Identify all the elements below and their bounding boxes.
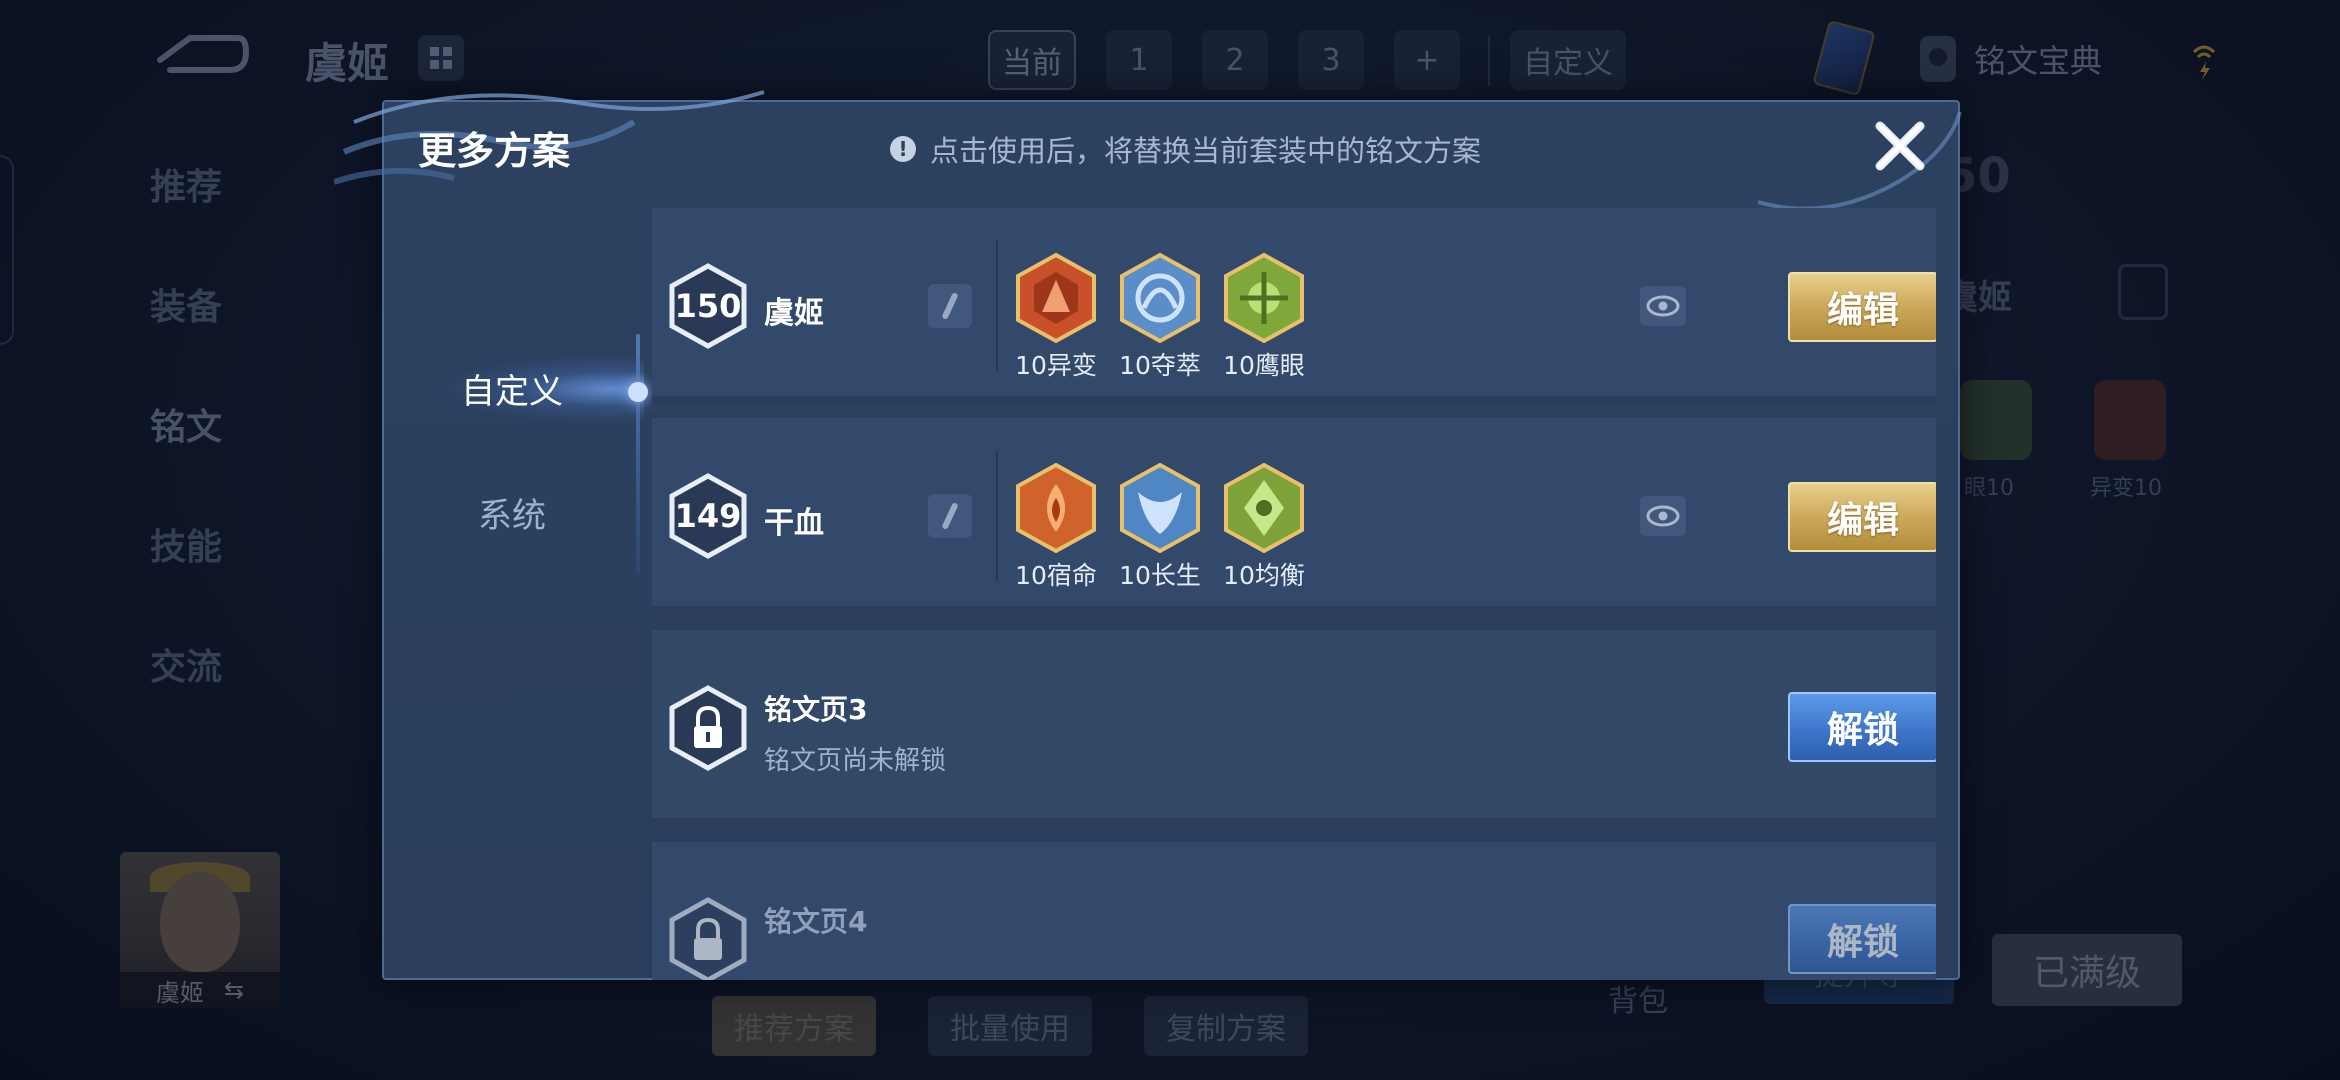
rune-slot[interactable]: 10夺萃	[1118, 252, 1202, 382]
divider	[1488, 36, 1490, 86]
level-number: 149	[674, 497, 742, 535]
rune-label: 10宿命	[1015, 561, 1097, 590]
rune-blue-icon	[1120, 462, 1200, 554]
rune-label: 10异变	[1015, 351, 1097, 380]
lock-icon	[669, 897, 747, 980]
rune-label: 10长生	[1119, 561, 1201, 590]
list-icon[interactable]	[2118, 264, 2168, 320]
sidenav-equipment[interactable]: 装备	[150, 278, 222, 330]
tab-page-2[interactable]: 2	[1202, 30, 1268, 90]
hero-title: 虞姬	[305, 39, 390, 88]
unlock-button[interactable]: 解锁	[1788, 692, 1936, 762]
rune-slot[interactable]: 10均衡	[1222, 462, 1306, 592]
codex-icon	[1920, 36, 1956, 82]
signal-icon	[2192, 45, 2216, 80]
modal-notice: ! 点击使用后，将替换当前套装中的铭文方案	[890, 128, 1481, 170]
notice-text: 点击使用后，将替换当前套装中的铭文方案	[930, 134, 1482, 168]
locked-plan-title: 铭文页3	[764, 693, 868, 726]
bottom-action-bar: 推荐方案 批量使用 复制方案	[712, 996, 1308, 1056]
rune-red-icon	[1016, 252, 1096, 344]
lock-badge	[668, 896, 748, 980]
edit-button[interactable]: 编辑	[1788, 482, 1936, 552]
edit-button[interactable]: 编辑	[1788, 272, 1936, 342]
rename-button[interactable]	[928, 494, 972, 538]
rune-slot[interactable]: 10鹰眼	[1222, 252, 1306, 382]
divider	[996, 240, 998, 372]
rune-label: 10均衡	[1223, 561, 1305, 590]
more-plans-modal: 更多方案 ! 点击使用后，将替换当前套装中的铭文方案 自定义 系统 150 虞姬	[334, 90, 1962, 980]
level-number: 150	[674, 287, 742, 325]
tab-page-3[interactable]: 3	[1298, 30, 1364, 90]
modal-title: 更多方案	[418, 129, 571, 173]
swap-icon[interactable]: ⇆	[224, 976, 244, 1004]
eye-icon[interactable]	[1640, 496, 1686, 536]
sidenav-chat[interactable]: 交流	[150, 638, 222, 690]
codex-button[interactable]: 铭文宝典	[1920, 36, 2102, 82]
tab-add[interactable]: +	[1394, 30, 1460, 90]
locked-plan-row: 铭文页4 解锁	[652, 842, 1936, 980]
card-icon[interactable]	[1812, 19, 1876, 97]
hero-name-label: 虞姬	[155, 978, 204, 1007]
rune-slot[interactable]: 10宿命	[1014, 462, 1098, 592]
maxed-button[interactable]: 已满级	[1992, 934, 2182, 1006]
plan-name: 虞姬	[764, 296, 824, 331]
rune-label: 10夺萃	[1119, 351, 1201, 380]
rune-label: 10鹰眼	[1223, 351, 1305, 380]
sidenav-recommend[interactable]: 推荐	[150, 158, 222, 210]
hero-face	[160, 872, 240, 972]
codex-label: 铭文宝典	[1974, 42, 2103, 80]
rune-green-icon	[1224, 252, 1304, 344]
swirl-decoration	[1757, 112, 1962, 211]
rune-slot[interactable]: 10长生	[1118, 462, 1202, 592]
hero-portrait[interactable]: 虞姬 ⇆	[120, 852, 280, 1008]
locked-plan-title: 铭文页4	[764, 905, 868, 938]
level-badge: 150	[668, 262, 748, 350]
sidenav-skills[interactable]: 技能	[150, 518, 222, 570]
sidenav-runes[interactable]: 铭文	[150, 398, 222, 450]
tab-current[interactable]: 当前	[988, 30, 1076, 90]
plan-row: 149 干血 10宿命 10长生 10均衡 编辑	[652, 418, 1936, 614]
tab-page-1[interactable]: 1	[1106, 30, 1172, 90]
recommend-plan-button[interactable]: 推荐方案	[712, 996, 876, 1056]
side-edge-decoration	[0, 155, 14, 345]
rune-slot[interactable]: 10异变	[1014, 252, 1098, 382]
background-rune-icon	[2094, 380, 2166, 460]
background-rune-label: 异变10	[2090, 476, 2162, 501]
background-rune-label: 眼10	[1964, 476, 2014, 501]
batch-use-button[interactable]: 批量使用	[928, 996, 1092, 1056]
background-rune-icon	[1960, 380, 2032, 460]
locked-plan-subtitle: 铭文页尚未解锁	[764, 746, 947, 776]
locked-plan-row: 铭文页3 铭文页尚未解锁 解锁	[652, 630, 1936, 826]
plan-row: 150 虞姬 10异变 10夺萃 10鹰眼 编辑	[652, 208, 1936, 404]
info-icon: !	[890, 136, 916, 162]
eye-icon[interactable]	[1640, 286, 1686, 326]
rune-page-tabs: 当前 1 2 3 + 自定义	[988, 30, 1626, 90]
lock-icon	[669, 685, 747, 771]
unlock-button[interactable]: 解锁	[1788, 904, 1936, 974]
grid-icon	[430, 47, 452, 69]
plan-list: 150 虞姬 10异变 10夺萃 10鹰眼 编辑 149 干血 10宿命 10长…	[652, 208, 1936, 980]
tab-custom-plans[interactable]: 自定义	[384, 364, 640, 413]
hero-portrait-name: 虞姬 ⇆	[120, 972, 280, 1008]
bag-button[interactable]: 背包	[1608, 976, 1668, 1020]
back-icon[interactable]	[150, 30, 250, 80]
close-icon[interactable]	[1868, 114, 1932, 178]
rune-red-icon	[1016, 462, 1096, 554]
rename-button[interactable]	[928, 284, 972, 328]
tab-custom[interactable]: 自定义	[1510, 30, 1626, 90]
level-badge: 149	[668, 472, 748, 560]
lock-badge	[668, 684, 748, 772]
tab-system-plans[interactable]: 系统	[384, 488, 640, 537]
plan-name: 干血	[764, 506, 824, 541]
divider	[996, 450, 998, 582]
modal-side-tabs: 自定义 系统	[384, 208, 648, 980]
rune-green-icon	[1224, 462, 1304, 554]
rune-blue-icon	[1120, 252, 1200, 344]
copy-plan-button[interactable]: 复制方案	[1144, 996, 1308, 1056]
grid-menu-button[interactable]	[418, 35, 464, 81]
